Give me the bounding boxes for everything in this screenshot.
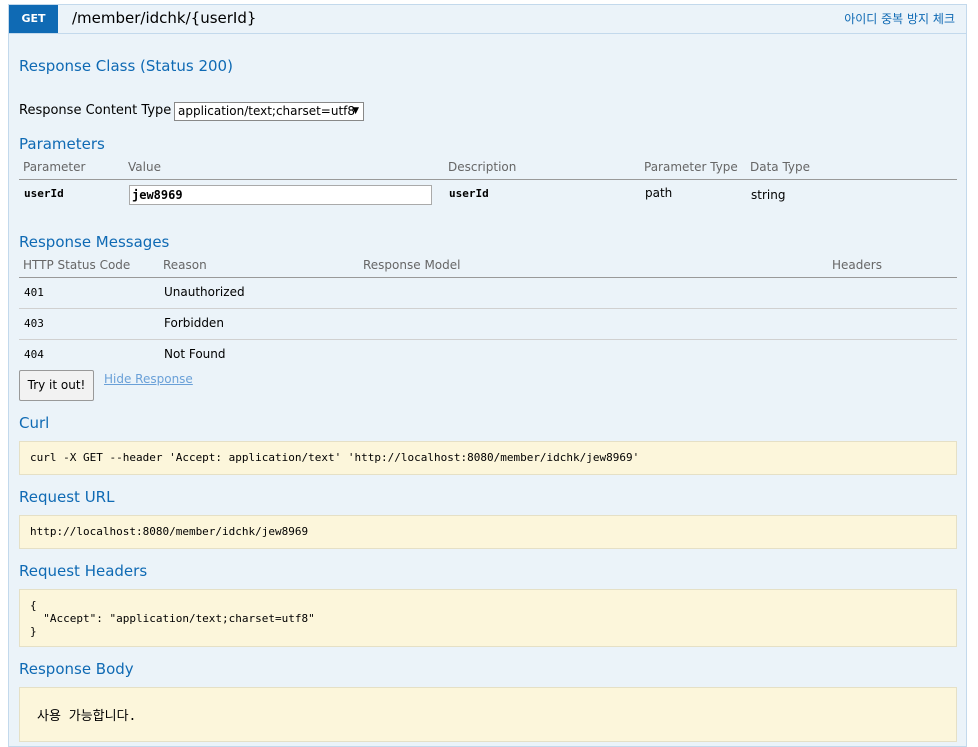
request-url-block[interactable]: http://localhost:8080/member/idchk/jew89… xyxy=(19,515,957,549)
reason-403: Forbidden xyxy=(164,316,224,330)
param-header-description: Description xyxy=(448,160,517,174)
param-type: path xyxy=(645,186,673,200)
response-content-type-select[interactable]: application/text;charset=utf8 ▼ xyxy=(174,102,364,121)
table-row-divider xyxy=(19,339,957,340)
response-content-type-label: Response Content Type xyxy=(19,103,172,118)
resp-header-headers: Headers xyxy=(832,258,882,272)
param-description: userId xyxy=(449,187,489,200)
request-headers-title: Request Headers xyxy=(19,562,148,580)
param-header-parameter: Parameter xyxy=(23,160,86,174)
status-code-401: 401 xyxy=(24,286,44,299)
curl-command: curl -X GET --header 'Accept: applicatio… xyxy=(30,451,640,464)
response-body-title: Response Body xyxy=(19,660,134,678)
http-method-badge[interactable]: GET xyxy=(9,5,58,33)
reason-401: Unauthorized xyxy=(164,285,245,299)
status-code-403: 403 xyxy=(24,317,44,330)
table-row-divider xyxy=(19,308,957,309)
hide-response-link[interactable]: Hide Response xyxy=(104,372,193,386)
response-class-title: Response Class (Status 200) xyxy=(19,57,233,75)
param-data-type: string xyxy=(751,188,786,202)
curl-title: Curl xyxy=(19,414,50,432)
resp-header-divider xyxy=(19,277,957,278)
response-content-type-value: application/text;charset=utf8 xyxy=(178,104,356,118)
param-name: userId xyxy=(24,187,64,200)
response-body-block[interactable]: 사용 가능합니다. xyxy=(19,687,957,742)
userId-input[interactable]: jew8969 xyxy=(129,185,432,205)
endpoint-summary[interactable]: 아이디 중복 방지 체크 xyxy=(844,10,955,27)
operation-panel: GET /member/idchk/{userId} 아이디 중복 방지 체크 … xyxy=(8,4,967,747)
response-body-text: 사용 가능합니다. xyxy=(37,709,137,724)
param-header-divider xyxy=(19,179,957,180)
reason-404: Not Found xyxy=(164,347,226,361)
try-it-out-button[interactable]: Try it out! xyxy=(19,370,94,401)
param-header-data-type: Data Type xyxy=(750,160,811,174)
status-code-404: 404 xyxy=(24,348,44,361)
operation-heading[interactable]: GET /member/idchk/{userId} 아이디 중복 방지 체크 xyxy=(9,5,966,34)
curl-block[interactable]: curl -X GET --header 'Accept: applicatio… xyxy=(19,441,957,475)
param-header-parameter-type: Parameter Type xyxy=(644,160,738,174)
resp-header-response-model: Response Model xyxy=(363,258,461,272)
resp-header-reason: Reason xyxy=(163,258,207,272)
param-header-value: Value xyxy=(128,160,161,174)
resp-header-status-code: HTTP Status Code xyxy=(23,258,131,272)
request-url-title: Request URL xyxy=(19,488,115,506)
endpoint-path[interactable]: /member/idchk/{userId} xyxy=(72,9,256,27)
request-headers-text: { "Accept": "application/text;charset=ut… xyxy=(30,599,315,638)
request-headers-block[interactable]: { "Accept": "application/text;charset=ut… xyxy=(19,589,957,647)
dropdown-arrow-icon: ▼ xyxy=(352,106,359,116)
response-messages-title: Response Messages xyxy=(19,233,170,251)
request-url-text: http://localhost:8080/member/idchk/jew89… xyxy=(30,525,309,538)
parameters-title: Parameters xyxy=(19,135,105,153)
